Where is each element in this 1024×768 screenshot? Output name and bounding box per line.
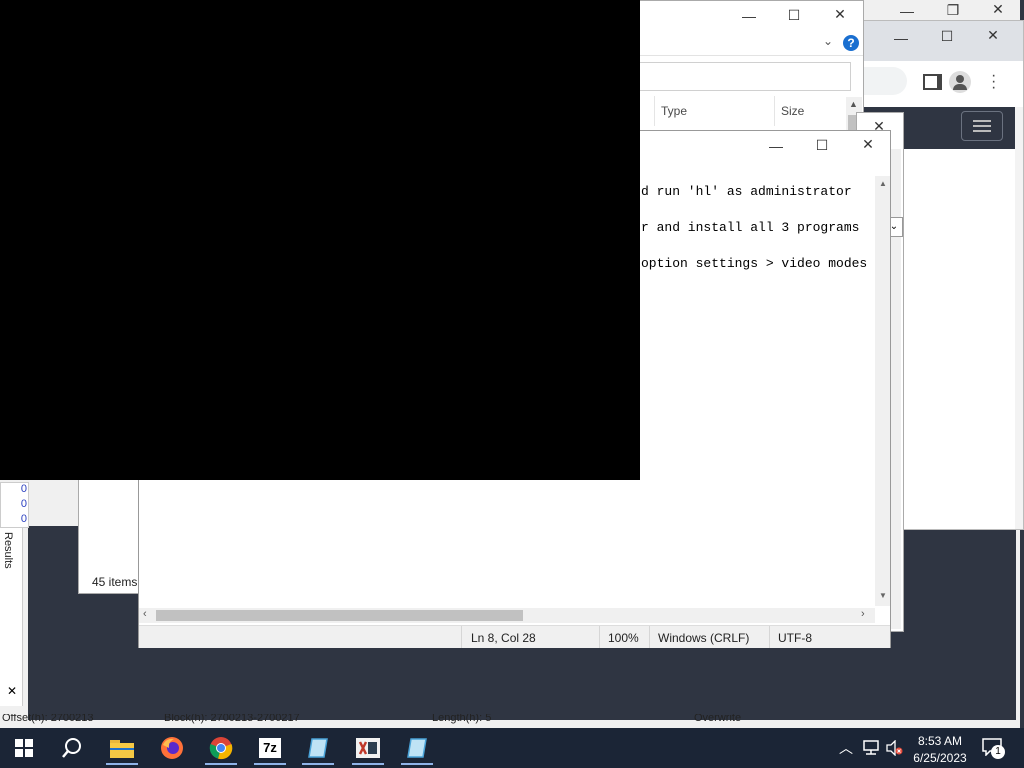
clock[interactable]: 8:53 AM 6/25/2023 [905,731,975,765]
search-icon [62,738,81,758]
browser-minimize-button[interactable]: — [891,31,911,45]
notepad-close-button[interactable]: ✕ [858,137,878,151]
volume-muted-icon[interactable] [885,740,903,756]
explorer-item-count: 45 items [92,575,138,589]
start-button[interactable] [4,731,44,765]
notepad-icon [308,738,328,758]
browser-scrollbar[interactable] [1015,107,1023,529]
firefox-icon [161,737,183,759]
hex-status-bar: Offset(h): 2700213 Block(h): 2700213-270… [0,714,1020,728]
notepad-status-bar: Ln 8, Col 28 100% Windows (CRLF) UTF-8 [139,625,890,648]
notepad-line-2: r and install all 3 programs [641,220,860,235]
help-icon[interactable]: ? [843,35,859,51]
status-encoding: UTF-8 [778,631,812,645]
taskbar-notepad-1[interactable] [298,731,338,765]
hex-restore-button[interactable]: ❐ [943,3,963,17]
hex-status-length: Length(h): 5 [432,714,492,724]
network-icon[interactable] [862,740,880,756]
browser-menu-icon[interactable]: · · · [991,68,996,96]
hex-status-mode: Overwrite [694,714,742,724]
browser-titlebar: — ☐ ✕ [861,21,1023,61]
notepad-vertical-scrollbar[interactable]: ▲ ▼ [875,176,890,606]
notepad-icon [407,738,427,758]
notepad-line-1: d run 'hl' as administrator [641,184,852,199]
action-center-button[interactable]: 1 [982,736,1006,760]
status-line-column: Ln 8, Col 28 [471,631,536,645]
hex-editor-icon [356,738,380,758]
explorer-close-button[interactable]: ✕ [830,7,850,21]
results-panel-tab[interactable]: Results ✕ [0,526,23,706]
browser-maximize-button[interactable]: ☐ [937,29,957,43]
taskbar-7zip[interactable]: 7z [250,731,290,765]
hex-column-values: 0 0 0 [0,482,29,528]
notepad-line-3: option settings > video modes [641,256,868,271]
taskbar: 7z ︿ 8:53 AM 6/25/2023 1 [0,728,1024,768]
column-header-type[interactable]: Type [654,96,775,126]
hex-minimize-button[interactable]: — [897,4,917,18]
results-label: Results [2,532,14,569]
notepad-maximize-button[interactable]: ☐ [812,138,832,152]
chrome-icon [209,737,233,760]
taskbar-file-explorer[interactable] [102,731,142,765]
hex-editor-running-indicator [352,763,384,765]
results-close-icon[interactable]: ✕ [7,684,17,698]
chrome-running-indicator [205,763,237,765]
address-bar-end[interactable] [861,67,907,95]
7zip-running-indicator [254,763,286,765]
hex-status-block: Block(h): 2700213-2700217 [164,714,300,724]
taskbar-hex-editor[interactable] [348,731,388,765]
notepad-2-running-indicator [401,763,433,765]
browser-toolbar: · · · [861,61,1023,103]
notepad-1-running-indicator [302,763,334,765]
status-line-ending: Windows (CRLF) [658,631,750,645]
folder-icon [110,740,134,758]
hex-status-offset: Offset(h): 2700213 [2,714,94,724]
column-header-size[interactable]: Size [774,96,845,126]
browser-close-button[interactable]: ✕ [983,28,1003,42]
notepad-horizontal-scrollbar[interactable]: ‹ › [139,608,875,623]
horizontal-scroll-thumb[interactable] [156,610,523,621]
notepad-minimize-button[interactable]: — [766,139,786,153]
taskbar-chrome[interactable] [201,731,241,765]
status-zoom: 100% [608,631,639,645]
7zip-icon: 7z [259,738,281,758]
show-hidden-icons-chevron-icon[interactable]: ︿ [839,738,853,758]
windows-logo-icon [15,739,33,757]
profile-avatar-icon[interactable] [949,71,971,93]
clock-time: 8:53 AM [917,734,963,748]
taskbar-notepad-2[interactable] [397,731,437,765]
explorer-minimize-button[interactable]: — [739,9,759,23]
black-overlay [0,0,640,480]
explorer-maximize-button[interactable]: ☐ [784,8,804,22]
side-panel-icon[interactable] [923,74,942,90]
ribbon-expand-chevron-icon[interactable]: ⌄ [823,34,833,48]
clock-date: 6/25/2023 [913,751,967,765]
taskbar-firefox[interactable] [152,731,192,765]
hamburger-menu-icon[interactable] [961,111,1003,141]
hex-close-button[interactable]: ✕ [988,2,1008,16]
search-button[interactable] [52,731,92,765]
notification-count-badge: 1 [991,745,1005,759]
explorer-running-indicator [106,763,138,765]
